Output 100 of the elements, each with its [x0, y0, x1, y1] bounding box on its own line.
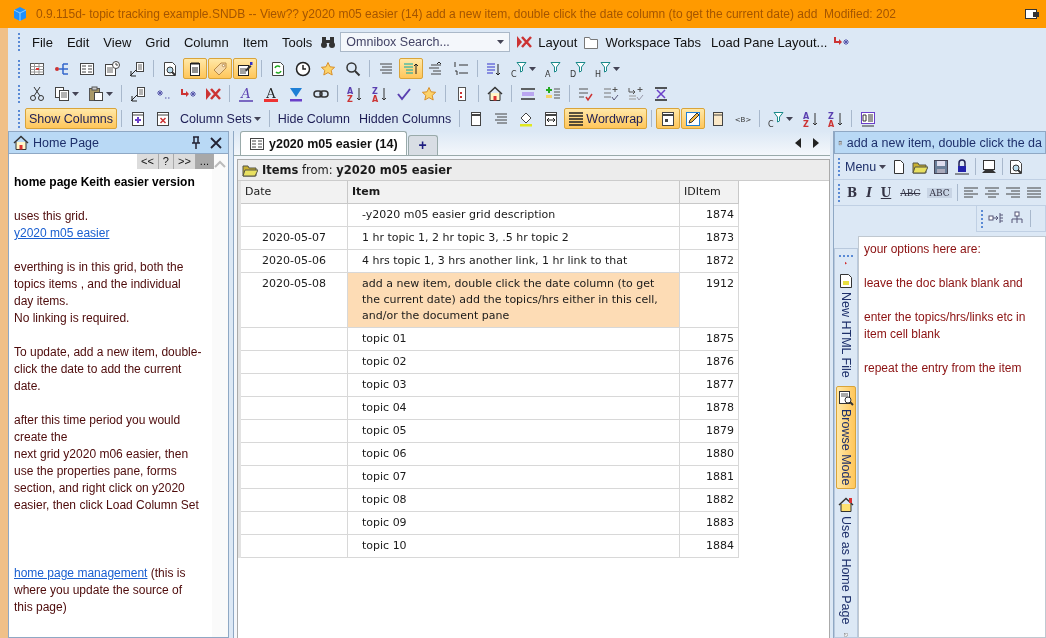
- heading: home page Keith easier version: [14, 174, 196, 191]
- caret-icon: [879, 164, 887, 169]
- menu-item[interactable]: Item: [236, 32, 274, 52]
- paragraph: leave the doc blank blank and: [864, 275, 1024, 292]
- toolbar-button[interactable]: C: [764, 108, 798, 129]
- folder-icon[interactable]: [583, 34, 600, 50]
- side-tab[interactable]: Use as Home Page: [836, 493, 856, 629]
- window-icon: [1024, 6, 1040, 22]
- list-icon: [520, 85, 536, 102]
- copy-icon: [54, 85, 70, 102]
- close-icon[interactable]: [208, 134, 224, 151]
- document-search-icon: [838, 389, 854, 406]
- format-button[interactable]: U: [878, 185, 894, 200]
- table-cell: 1872: [680, 250, 739, 273]
- new-document-icon: [838, 273, 854, 290]
- format-button[interactable]: I: [864, 185, 874, 200]
- toolbar-button[interactable]: [681, 108, 706, 129]
- toolbar-button[interactable]: [233, 58, 257, 79]
- toolbar-button[interactable]: C: [507, 58, 540, 79]
- format-button[interactable]: ABC: [927, 187, 952, 198]
- caret-icon: [786, 116, 794, 121]
- toolbar-button[interactable]: Hidden Columns: [354, 108, 456, 129]
- search-field[interactable]: Omnibox Search...: [340, 32, 511, 52]
- table-cell: topic 01: [348, 328, 680, 351]
- column-header[interactable]: IDItem: [680, 181, 739, 204]
- caret-icon: [497, 40, 505, 44]
- menu-command[interactable]: Load Pane Layout...: [707, 32, 832, 52]
- new-tab-button[interactable]: +: [407, 135, 438, 155]
- table-cell: 1912: [680, 273, 739, 328]
- star-icon: [320, 60, 336, 77]
- toolbar-button[interactable]: H: [591, 58, 624, 79]
- link[interactable]: y2020 m05 easier: [14, 226, 110, 240]
- text-lines-icon: [378, 60, 394, 77]
- tab[interactable]: y2020 m05 easier (14): [240, 131, 407, 155]
- column-header[interactable]: Date: [241, 181, 348, 204]
- menu-item[interactable]: View: [97, 32, 138, 52]
- menu-item[interactable]: Edit: [60, 32, 96, 52]
- caret-icon: [253, 116, 261, 121]
- menu-button[interactable]: Menu: [845, 159, 887, 174]
- side-tab[interactable]: Browse Mode: [836, 385, 856, 490]
- list-down-icon: [486, 60, 502, 77]
- table-cell: topic 04: [348, 397, 680, 420]
- table-cell: topic 02: [348, 351, 680, 374]
- monitor-icon[interactable]: [981, 158, 998, 175]
- wordwrap-icon: [568, 110, 585, 127]
- grid-caption: Items from: y2020 m05 easier: [262, 163, 452, 177]
- table-cell: add a new item, double click the date column (to get the current date) add the topics/hrs either in this cell, and/or the document pane: [348, 273, 680, 328]
- toolbar-button[interactable]: [183, 58, 207, 79]
- nav-button[interactable]: <<: [137, 154, 159, 169]
- text-lines-icon: [493, 110, 510, 127]
- document-list-icon: [860, 110, 877, 127]
- format-button[interactable]: ABC: [898, 187, 923, 198]
- table-cell: 1882: [680, 489, 739, 512]
- checklist-add-icon: [603, 85, 619, 102]
- table-cell: 1881: [680, 466, 739, 489]
- toolbar-button[interactable]: Hide Column: [273, 108, 354, 129]
- table-cell: topic 08: [348, 489, 680, 512]
- card-icon: [660, 110, 677, 127]
- paint-bucket-icon: [518, 110, 535, 127]
- arrow-document-icon: [130, 85, 146, 102]
- delete-column-icon: [155, 110, 172, 127]
- save-icon[interactable]: [933, 158, 950, 175]
- pane-title: Home Page: [33, 135, 100, 150]
- delete-icon[interactable]: [516, 34, 533, 50]
- checklist-indent-icon: [628, 85, 644, 102]
- paragraph: everthing is in this grid, both the topics items , and the individual day items. No linking is required.: [14, 259, 185, 327]
- table-cell: topic 05: [348, 420, 680, 443]
- menu-item[interactable]: Grid: [139, 32, 176, 52]
- side-tab[interactable]: New HTML File: [836, 269, 856, 382]
- document-search-icon[interactable]: [1008, 158, 1025, 175]
- document-clock-icon: [104, 60, 120, 77]
- nav-button[interactable]: >>: [173, 154, 196, 169]
- paste-icon: [88, 85, 104, 102]
- star-icon: [421, 85, 437, 102]
- menu-item[interactable]: Tools: [275, 32, 319, 52]
- table-cell: 1874: [680, 204, 739, 227]
- toolbar-button[interactable]: Wordwrap: [564, 108, 648, 129]
- collapse-icon: [653, 85, 669, 102]
- menu-command[interactable]: Layout: [534, 32, 582, 52]
- menu-item[interactable]: File: [26, 32, 59, 52]
- menu-command[interactable]: Workspace Tabs: [601, 32, 705, 52]
- table-cell: topic 07: [348, 466, 680, 489]
- home-icon: [487, 85, 503, 102]
- paragraph: home page management (this is where you update the source of this page): [14, 565, 187, 616]
- toolbar-button[interactable]: Column Sets: [176, 108, 265, 129]
- home-icon: [838, 497, 854, 514]
- format-button[interactable]: B: [845, 185, 860, 200]
- menu-item[interactable]: Column: [177, 32, 235, 52]
- column-header[interactable]: Item: [348, 181, 680, 204]
- link[interactable]: home page management: [14, 566, 148, 580]
- arrow-document-icon: [129, 60, 145, 77]
- caret-icon: [106, 91, 113, 96]
- document-edit-icon: [237, 60, 253, 77]
- table-cell: 1879: [680, 420, 739, 443]
- search-icon: [345, 60, 361, 77]
- calendar-icon: [29, 60, 45, 77]
- lock-icon[interactable]: [954, 158, 971, 175]
- toolbar-button[interactable]: Show Columns: [25, 108, 118, 129]
- toolbar-button[interactable]: [656, 108, 681, 129]
- scissors-icon: [29, 85, 45, 102]
